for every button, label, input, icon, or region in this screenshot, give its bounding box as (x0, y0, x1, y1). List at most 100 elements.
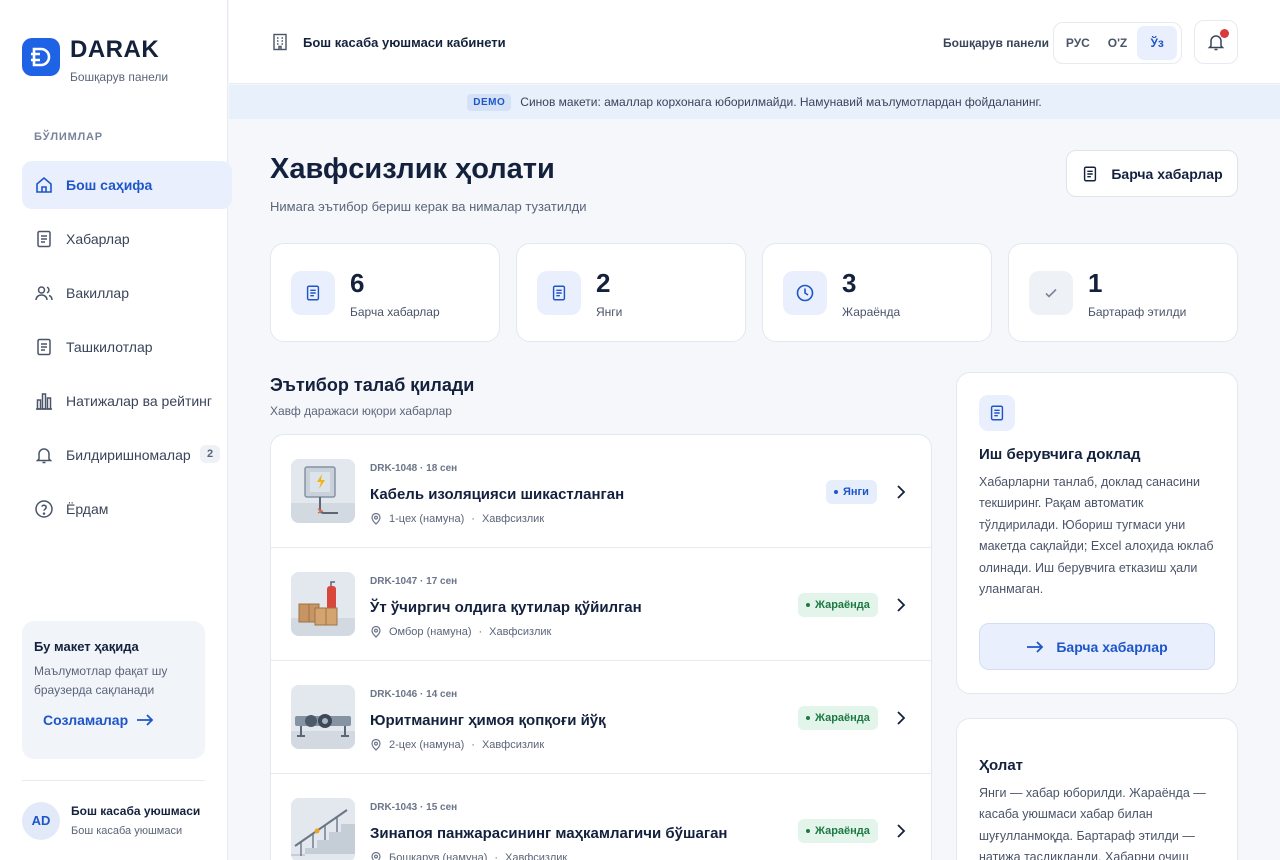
lang-uz-cyrillic[interactable]: Ўз (1137, 26, 1178, 60)
all-reports-label: Барча хабарлар (1111, 165, 1223, 182)
demo-tag: DEMO (467, 93, 512, 111)
document-icon (1084, 166, 1097, 181)
report-row[interactable]: DRK-1046 · 14 сен Юритманинг ҳимоя қопқо… (271, 661, 931, 774)
brand-name: DARAK (70, 36, 160, 63)
report-category: Хавфсизлик (481, 513, 545, 525)
sidebar-item-organizations[interactable]: Ташкилотлар (22, 323, 232, 371)
home-icon (34, 175, 54, 195)
chevron-right-icon[interactable] (893, 709, 909, 727)
settings-link[interactable]: Созламалар (43, 712, 154, 728)
report-location-text: Бошқарув (намуна) (389, 852, 488, 860)
nav-section-label: БЎЛИМЛАР (34, 131, 103, 143)
report-meta: DRK-1043 · 15 сен (370, 802, 458, 813)
cabinet-title-text: Бош касаба уюшмаси кабинети (303, 34, 506, 50)
attention-subtitle: Хавф даражаси юқори хабарлар (270, 404, 452, 418)
report-title: Зинапоя панжарасининг маҳкамлагичи бўшаг… (370, 825, 728, 842)
arrow-right-icon (1027, 640, 1044, 653)
notifications-button[interactable] (1194, 20, 1238, 64)
sidebar-item-label: Вакиллар (66, 285, 129, 301)
attention-title: Эътибор талаб қилади (270, 375, 475, 395)
topbar: Бош касаба уюшмаси кабинети Бошқарув пан… (229, 0, 1280, 84)
separator-dot: · (471, 739, 475, 751)
chevron-right-icon[interactable] (893, 822, 909, 840)
location-pin-icon (371, 852, 381, 860)
user-org: Бош касаба уюшмаси (71, 825, 183, 837)
demo-banner: DEMO Синов макети: амаллар корхонага юбо… (229, 85, 1280, 119)
report-title: Кабель изоляцияси шикастланган (370, 486, 625, 503)
status-badge: Жараёнда (798, 819, 878, 843)
page-subtitle: Нимага эътибор бериш керак ва нималар ту… (270, 199, 587, 214)
demo-banner-text: Синов макети: амаллар корхонага юборилма… (520, 95, 1042, 109)
report-meta: DRK-1047 · 17 сен (370, 576, 458, 587)
sidebar-item-label: Ёрдам (66, 501, 109, 517)
report-location-text: 1-цех (намуна) (389, 513, 465, 525)
sidebar-item-label: Хабарлар (66, 231, 130, 247)
sidebar-item-label: Ташкилотлар (66, 339, 153, 355)
about-card: Бу макет ҳақида Маълумотлар фақат шу бра… (22, 621, 205, 759)
brand-logo[interactable]: DARAK Бошқарув панели (22, 38, 168, 84)
page-title: Хавфсизлик ҳолати (270, 153, 555, 185)
bell-icon (34, 445, 54, 465)
stat-card-resolved[interactable]: 1 Бартараф этилди (1008, 243, 1238, 342)
report-category: Хавфсизлик (505, 852, 568, 860)
sidebar-item-home[interactable]: Бош саҳифа (22, 161, 232, 209)
status-label: Жараёнда (815, 712, 870, 724)
report-row[interactable]: DRK-1043 · 15 сен Зинапоя панжарасининг … (271, 774, 931, 860)
settings-link-label: Созламалар (43, 712, 129, 728)
help-icon (34, 499, 54, 519)
about-text: Маълумотлар фақат шу браузерда сақланади (34, 664, 168, 697)
user-profile[interactable]: AD Бош касаба уюшмаси Бош касаба уюшмаси (22, 780, 205, 860)
report-location: 2-цех (намуна) · Хавфсизлик (370, 739, 544, 751)
report-title: Ўт ўчиргич олдига қутилар қўйилган (370, 599, 642, 616)
stat-card-all[interactable]: 6 Барча хабарлар (270, 243, 500, 342)
report-row[interactable]: DRK-1047 · 17 сен Ўт ўчиргич олдига қути… (271, 548, 931, 661)
stat-label: Жараёнда (842, 305, 901, 319)
report-row[interactable]: DRK-1048 · 18 сен Кабель изоляцияси шика… (271, 435, 931, 548)
lang-uz-latin[interactable]: O'Z (1098, 26, 1138, 60)
report-location-text: 2-цех (намуна) (389, 739, 465, 751)
chevron-right-icon[interactable] (893, 596, 909, 614)
status-legend-card: Ҳолат Янги — хабар юборилди. Жараёнда — … (956, 718, 1238, 860)
sidebar-item-label: Бош саҳифа (66, 177, 153, 193)
cabinet-title: Бош касаба уюшмаси кабинети (271, 33, 506, 51)
building-icon (273, 33, 287, 51)
stat-value: 6 (350, 268, 365, 298)
sidebar-item-notifications[interactable]: Билдиришномалар 2 (22, 431, 232, 479)
sidebar: DARAK Бошқарув панели БЎЛИМЛАР Бош саҳиф… (0, 0, 232, 860)
status-legend-title: Ҳолат (979, 757, 1024, 774)
document-icon (291, 271, 335, 315)
status-badge: Янги (826, 480, 877, 504)
employer-report-title: Иш берувчига доклад (979, 446, 1141, 463)
sidebar-item-representatives[interactable]: Вакиллар (22, 269, 232, 317)
sidebar-item-help[interactable]: Ёрдам (22, 485, 232, 533)
lang-ru[interactable]: РУС (1058, 26, 1098, 60)
stat-value: 1 (1088, 268, 1103, 298)
all-reports-button[interactable]: Барча хабарлар (1066, 150, 1238, 197)
staircase-railing-thumbnail (291, 798, 355, 860)
location-pin-icon (371, 513, 381, 525)
employer-all-reports-button[interactable]: Барча хабарлар (979, 623, 1215, 670)
arrow-right-icon (137, 714, 154, 726)
avatar: AD (22, 801, 60, 840)
language-switch: РУС O'Z Ўз (1053, 22, 1182, 64)
employer-report-text: Хабарларни танлаб, доклад санасини текши… (979, 475, 1214, 597)
document-icon (979, 395, 1015, 431)
clock-icon (783, 271, 827, 315)
employer-all-reports-label: Барча хабарлар (1056, 638, 1168, 655)
extinguisher-boxes-thumbnail (291, 572, 355, 636)
separator-dot: · (471, 513, 475, 525)
sidebar-item-reports[interactable]: Хабарлар (22, 215, 232, 263)
report-meta: DRK-1048 · 18 сен (370, 463, 458, 474)
status-dot (834, 490, 838, 494)
notification-dot (1220, 29, 1229, 38)
stat-card-new[interactable]: 2 Янги (516, 243, 746, 342)
bar-chart-icon (34, 391, 54, 411)
stat-card-in-progress[interactable]: 3 Жараёнда (762, 243, 992, 342)
chevron-right-icon[interactable] (893, 483, 909, 501)
report-location-text: Омбор (намуна) (389, 626, 472, 638)
status-legend-text: Янги — хабар юборилди. Жараёнда — касаба… (979, 786, 1206, 860)
status-badge: Жараёнда (798, 706, 878, 730)
sidebar-item-label: Натижалар ва рейтинг (66, 393, 213, 409)
sidebar-item-results[interactable]: Натижалар ва рейтинг (22, 377, 232, 425)
sidebar-item-label: Билдиришномалар (66, 447, 191, 463)
